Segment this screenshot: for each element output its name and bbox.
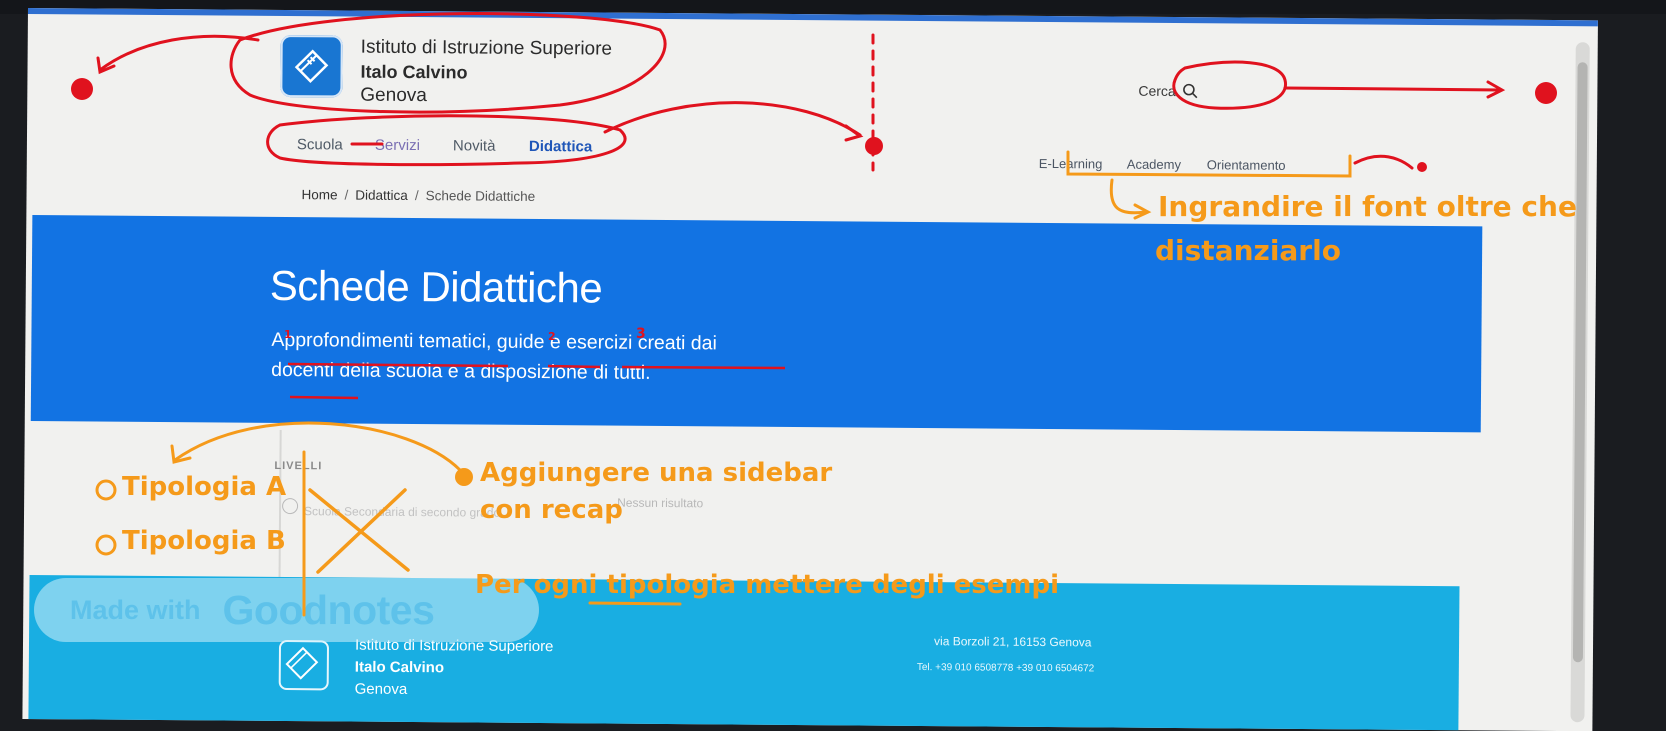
subnav-dot — [1417, 162, 1427, 172]
center-arrow-line — [603, 101, 862, 137]
right-arrow-line — [1283, 86, 1502, 92]
type-b-bullet — [95, 534, 117, 556]
sidebar-note-line1: Aggiungere una sidebar — [480, 458, 833, 488]
annotation-overlay — [71, 12, 1557, 617]
sidebar-arc — [173, 421, 462, 472]
filter-cross — [308, 488, 410, 574]
sidebar-arc-head — [170, 444, 192, 464]
subnav-arrow — [1353, 154, 1414, 170]
type-a-bullet — [95, 479, 117, 501]
font-note-line1: Ingrandire il font oltre che — [1158, 190, 1577, 223]
left-dot — [71, 78, 93, 100]
type-a-note: Tipologia A — [122, 472, 287, 502]
font-note-line2: distanziarlo — [1155, 234, 1341, 267]
marker-2: 2 — [548, 330, 556, 343]
school-name-circle — [229, 12, 667, 114]
underline-guide — [547, 364, 601, 369]
marker-3: 3 — [636, 326, 646, 342]
marker-1: 1 — [284, 328, 292, 341]
underline-esercizi — [621, 365, 786, 370]
red-underlines — [287, 362, 786, 400]
nav-circle — [266, 114, 627, 167]
center-dot — [865, 137, 883, 155]
red-annotations — [96, 12, 1506, 172]
underline-docenti — [289, 395, 359, 400]
right-dot — [1535, 82, 1557, 104]
subnav-bracket — [1066, 150, 1352, 178]
type-b-note: Tipologia B — [122, 526, 286, 556]
sidebar-note-line2: con recap — [480, 495, 623, 525]
examples-note: Per ogni tipologia mettere degli esempi — [475, 570, 1060, 600]
underline-approfondimenti — [287, 362, 509, 368]
red-dots — [71, 78, 1557, 172]
center-arrow-head — [844, 124, 864, 142]
search-circle — [1172, 60, 1287, 110]
underline-tipologia — [588, 601, 682, 606]
sidebar-note-dot — [455, 468, 473, 486]
